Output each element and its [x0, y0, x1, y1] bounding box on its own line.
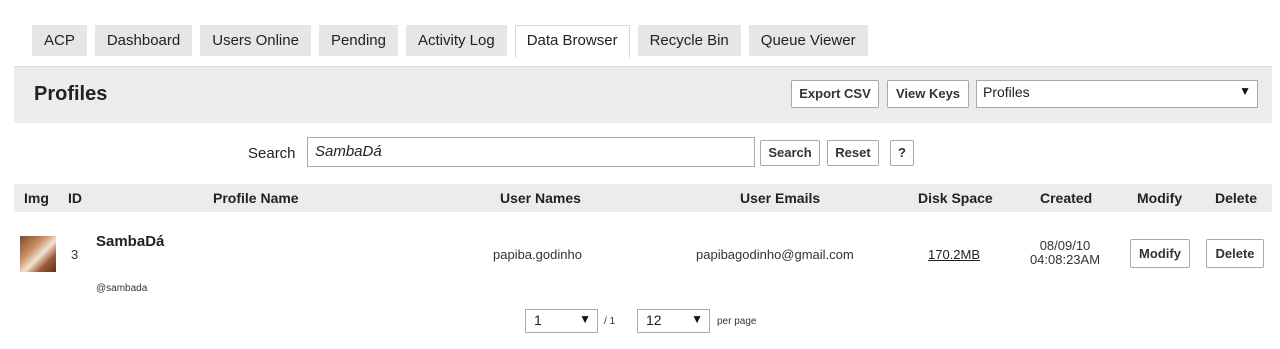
per-page-select[interactable]: 12 ▼ [637, 309, 710, 333]
dropdown-arrow-icon: ▼ [1239, 84, 1251, 98]
row-disk-space-link[interactable]: 170.2MB [928, 247, 980, 262]
page-dropdown-arrow-icon: ▼ [579, 312, 591, 326]
profile-avatar [20, 236, 56, 272]
data-type-select-value: Profiles [983, 84, 1030, 100]
tab-bar: ACP Dashboard Users Online Pending Activ… [32, 25, 868, 58]
row-created-date: 08/09/10 [1039, 238, 1091, 253]
tab-dashboard[interactable]: Dashboard [94, 25, 193, 56]
page-title: Profiles [34, 83, 108, 105]
header-user-emails: User Emails [740, 190, 821, 206]
row-user-name: papiba.godinho [493, 247, 582, 262]
help-button[interactable]: ? [890, 140, 914, 166]
page-select-value: 1 [534, 312, 542, 328]
tab-acp[interactable]: ACP [32, 25, 87, 56]
profiles-header-panel: Profiles Export CSV View Keys Profiles ▼ [14, 66, 1272, 123]
tab-queue-viewer[interactable]: Queue Viewer [748, 25, 868, 56]
export-csv-button[interactable]: Export CSV [791, 80, 879, 108]
per-page-select-value: 12 [646, 312, 662, 328]
tab-users-online[interactable]: Users Online [200, 25, 311, 56]
header-modify: Modify [1137, 190, 1183, 206]
per-page-dropdown-arrow-icon: ▼ [691, 312, 703, 326]
row-profile-name[interactable]: SambaDá [96, 233, 164, 250]
delete-button[interactable]: Delete [1206, 239, 1264, 268]
row-profile-handle: @sambada [96, 283, 148, 294]
tab-pending[interactable]: Pending [318, 25, 398, 56]
header-delete: Delete [1215, 190, 1258, 206]
header-img: Img [24, 190, 49, 206]
header-user-names: User Names [500, 190, 581, 206]
header-disk-space: Disk Space [918, 190, 993, 206]
tab-data-browser[interactable]: Data Browser [514, 25, 630, 58]
tab-activity-log[interactable]: Activity Log [406, 25, 507, 56]
header-id: ID [68, 190, 82, 206]
reset-button[interactable]: Reset [827, 140, 879, 166]
tab-recycle-bin[interactable]: Recycle Bin [637, 25, 741, 56]
row-created-time: 04:08:23AM [1029, 252, 1101, 267]
page-total: / 1 [604, 316, 616, 327]
search-label: Search [248, 145, 296, 162]
header-created: Created [1040, 190, 1093, 206]
header-profile-name: Profile Name [213, 190, 299, 206]
search-button[interactable]: Search [760, 140, 820, 166]
view-keys-button[interactable]: View Keys [887, 80, 969, 108]
per-page-label: per page [717, 316, 757, 327]
row-created: 08/09/10 04:08:23AM [1027, 239, 1103, 267]
page-select[interactable]: 1 ▼ [525, 309, 598, 333]
row-user-email: papibagodinho@gmail.com [696, 247, 854, 262]
row-id: 3 [71, 247, 79, 262]
data-type-select[interactable]: Profiles ▼ [976, 80, 1258, 108]
table-header: Img ID Profile Name User Names User Emai… [14, 184, 1272, 212]
modify-button[interactable]: Modify [1130, 239, 1190, 268]
search-input[interactable]: SambaDá [307, 137, 755, 167]
